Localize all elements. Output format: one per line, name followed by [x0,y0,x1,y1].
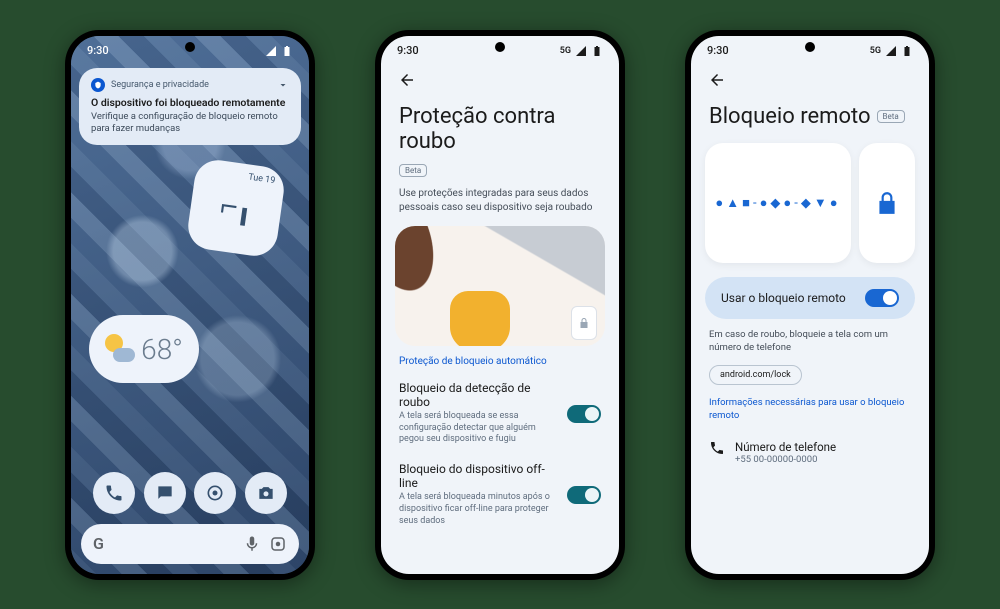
chevron-down-icon[interactable] [277,79,289,91]
phone-number-value: +55 00-00000-0000 [735,454,836,465]
notification-app-name: Segurança e privacidade [111,80,209,90]
camera-cutout [805,42,815,52]
setting-theft-detection[interactable]: Bloqueio da detecção de roubo A tela ser… [381,375,619,456]
camera-cutout [495,42,505,52]
arrow-left-icon [708,71,726,89]
app-camera[interactable] [245,472,287,514]
dock [71,472,309,514]
chat-icon [155,483,175,503]
status-time: 9:30 [397,44,419,57]
phone-icon [104,483,124,503]
phone-number-label: Número de telefone [735,440,836,454]
lens-icon[interactable] [269,535,287,553]
phone-number-row[interactable]: Número de telefone +55 00-00000-0000 [691,434,929,471]
battery-icon [591,45,603,57]
theft-illustration [395,226,605,346]
password-shapes-icon: ●▲■-●◆●-◆▼● [715,195,840,211]
beta-badge: Beta [877,110,905,123]
back-button[interactable] [703,66,731,94]
lock-card [859,143,915,263]
toggle-label: Usar o bloqueio remoto [721,291,846,305]
camera-cutout [185,42,195,52]
remote-lock-illustration: ●▲■-●◆●-◆▼● [705,143,915,263]
notification-card[interactable]: Segurança e privacidade O dispositivo fo… [79,68,301,146]
signal-icon [265,45,277,57]
password-card: ●▲■-●◆●-◆▼● [705,143,851,263]
lock-icon [874,190,900,216]
battery-icon [901,45,913,57]
clock-widget[interactable]: Tue 19 ⌐╻ [185,157,287,259]
section-label: Proteção de bloqueio automático [381,356,619,375]
toggle-switch[interactable] [567,405,601,423]
status-time: 9:30 [707,44,729,57]
clock-hands-icon: ⌐╻ [218,191,253,225]
setting-title: Bloqueio do dispositivo off-line [399,462,557,490]
mic-icon[interactable] [243,535,261,553]
app-messages[interactable] [144,472,186,514]
clock-date: Tue 19 [248,173,276,187]
signal-icon [885,45,897,57]
signal-icon [575,45,587,57]
page-subtitle: Use proteções integradas para seus dados… [381,183,619,222]
beta-badge: Beta [399,164,427,177]
info-required-link[interactable]: Informações necessárias para usar o bloq… [691,397,929,434]
shield-icon [91,78,105,92]
setting-offline-lock[interactable]: Bloqueio do dispositivo off-line A tela … [381,456,619,537]
status-time: 9:30 [87,44,109,57]
status-network: 5G [870,46,881,56]
remote-lock-description: Em caso de roubo, bloqueie a tela com um… [691,329,929,363]
status-network: 5G [560,46,571,56]
chrome-icon [205,483,225,503]
arrow-left-icon [398,71,416,89]
app-chrome[interactable] [194,472,236,514]
notification-body: Verifique a configuração de bloqueio rem… [91,111,289,136]
phone-lock-icon [571,306,597,340]
setting-desc: A tela será bloqueada se essa configuraç… [399,411,557,446]
android-lock-link[interactable]: android.com/lock [709,365,802,385]
use-remote-lock-toggle[interactable]: Usar o bloqueio remoto [705,277,915,319]
weather-temp: 68° [141,333,183,366]
weather-icon [105,334,135,364]
app-phone[interactable] [93,472,135,514]
page-title: Proteção contra roubo [399,104,601,155]
setting-desc: A tela será bloqueada minutos após o dis… [399,492,557,527]
status-icons [265,45,293,57]
phone-remote-lock: 9:30 5G Bloqueio remoto Beta ●▲■-●◆●-◆▼● [685,30,935,580]
google-g-icon: G [93,534,104,553]
search-bar[interactable]: G [81,524,299,564]
back-button[interactable] [393,66,421,94]
battery-icon [281,45,293,57]
setting-title: Bloqueio da detecção de roubo [399,381,557,409]
weather-widget[interactable]: 68° [89,315,199,383]
page-title: Bloqueio remoto [709,104,871,129]
notification-title: O dispositivo foi bloqueado remotamente [91,96,289,109]
phone-home: 9:30 Segurança e privacidade O dispositi… [65,30,315,580]
toggle-switch[interactable] [567,486,601,504]
camera-icon [256,483,276,503]
phone-icon [709,440,725,456]
phone-theft-protection: 9:30 5G Proteção contra roubo Beta Use p… [375,30,625,580]
